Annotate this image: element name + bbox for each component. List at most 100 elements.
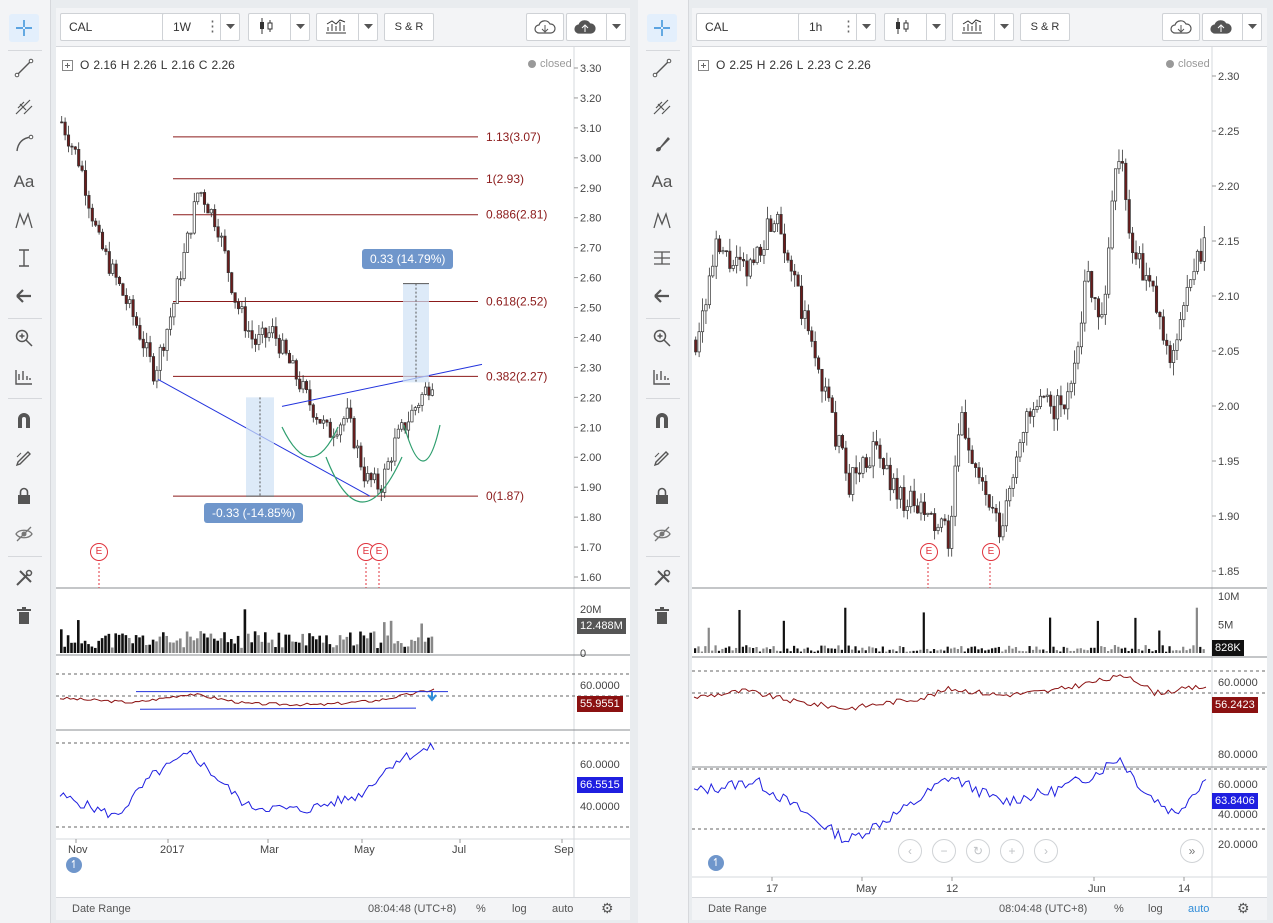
volume-bar — [1110, 649, 1113, 653]
tradingview-logo-icon[interactable]: ↿ — [708, 855, 724, 871]
lock-icon[interactable] — [647, 482, 677, 510]
volume-bar — [977, 649, 980, 653]
right-drawing-toolbar: Aa — [638, 0, 689, 923]
volume-bar — [803, 648, 806, 653]
settings-gear-icon[interactable]: ⚙ — [601, 900, 614, 917]
volume-bar — [1100, 646, 1103, 653]
zoom-in-icon[interactable] — [647, 324, 677, 352]
indicators-select[interactable] — [952, 13, 1014, 41]
candle-body — [868, 465, 872, 468]
pattern-tool-icon[interactable] — [647, 206, 677, 234]
cloud-download-icon[interactable] — [526, 13, 564, 41]
arrow-left-icon[interactable] — [647, 282, 677, 310]
log-toggle[interactable]: log — [1148, 903, 1163, 915]
candle-body — [209, 209, 213, 214]
candles-icon — [893, 17, 911, 38]
chart-canvas[interactable]: 3.30 3.20 3.10 3.00 2.90 2.80 2.70 2.60 2.50 2.40… — [56, 47, 630, 898]
zoom-out-button[interactable]: − — [932, 839, 956, 863]
chevron-down-icon — [856, 14, 875, 40]
volume-bar — [230, 639, 233, 653]
magnet-icon[interactable] — [647, 406, 677, 434]
volume-bar — [396, 641, 400, 653]
hide-drawings-eye-icon[interactable] — [9, 520, 39, 548]
measure-tool-icon[interactable] — [9, 244, 39, 272]
crosshair-tool-icon[interactable] — [647, 14, 677, 42]
support-resistance-button[interactable]: S & R — [1020, 13, 1070, 41]
zoom-in-icon[interactable] — [9, 324, 39, 352]
ruler-icon[interactable] — [647, 362, 677, 390]
earnings-marker[interactable]: E — [920, 543, 938, 561]
settings-gear-icon[interactable]: ⚙ — [1237, 900, 1250, 917]
volume-bar — [1161, 645, 1164, 653]
scroll-left-button[interactable]: ‹ — [898, 839, 922, 863]
zoom-in-button[interactable]: + — [1000, 839, 1024, 863]
volume-bar — [950, 648, 953, 653]
earnings-marker[interactable]: E — [90, 543, 108, 561]
interval-select[interactable]: 1h ⋮ — [798, 13, 876, 41]
volume-bar — [423, 641, 427, 653]
reset-chart-button[interactable]: ↻ — [966, 839, 990, 863]
candle-body — [281, 339, 285, 354]
cloud-upload-icon[interactable] — [1202, 13, 1262, 41]
trash-icon[interactable] — [647, 602, 677, 630]
candle-body — [100, 231, 105, 250]
date-range-button[interactable]: Date Range — [708, 903, 767, 915]
volume-bar — [379, 642, 383, 653]
expand-legend-icon[interactable] — [62, 59, 73, 71]
cloud-upload-icon[interactable] — [566, 13, 626, 41]
date-range-button[interactable]: Date Range — [72, 903, 131, 915]
stay-in-drawing-pencil-icon[interactable] — [9, 444, 39, 472]
trend-line-tool-icon[interactable] — [9, 54, 39, 82]
volume-bar — [192, 640, 196, 653]
wrench-tools-icon[interactable] — [9, 564, 39, 592]
text-tool-icon[interactable]: Aa — [9, 168, 39, 196]
earnings-marker[interactable]: E — [982, 543, 1000, 561]
low-label: L — [796, 58, 804, 72]
measure-up-label: 0.33 (14.79%) — [362, 249, 454, 269]
chart-canvas[interactable]: 2.30 2.25 2.20 2.15 2.10 2.05 2.00 1.95 1.90 1.85… — [692, 47, 1267, 898]
clock-label: 08:04:48 (UTC+8) — [999, 903, 1088, 915]
candle-body — [315, 417, 319, 420]
pattern-tool-icon[interactable] — [9, 206, 39, 234]
lock-icon[interactable] — [9, 482, 39, 510]
trend-line-tool-icon[interactable] — [647, 54, 677, 82]
indicators-icon — [961, 18, 983, 37]
brush-tool-icon[interactable] — [647, 130, 677, 158]
percent-toggle[interactable]: % — [1114, 903, 1124, 915]
candle-body — [806, 310, 810, 332]
chart-area[interactable]: 2.30 2.25 2.20 2.15 2.10 2.05 2.00 1.95 1.90 1.85… — [692, 47, 1267, 898]
pitchfork-tool-icon[interactable] — [9, 92, 39, 120]
hide-drawings-eye-icon[interactable] — [647, 520, 677, 548]
indicators-select[interactable] — [316, 13, 378, 41]
magnet-icon[interactable] — [9, 406, 39, 434]
prediction-tool-icon[interactable] — [647, 244, 677, 272]
auto-toggle[interactable]: auto — [552, 903, 573, 915]
earnings-marker[interactable]: E — [370, 543, 388, 561]
crosshair-tool-icon[interactable] — [9, 14, 39, 42]
stay-in-drawing-pencil-icon[interactable] — [647, 444, 677, 472]
arrow-left-icon[interactable] — [9, 282, 39, 310]
cloud-download-icon[interactable] — [1162, 13, 1200, 41]
pitchfork-tool-icon[interactable] — [647, 92, 677, 120]
ruler-icon[interactable] — [9, 362, 39, 390]
scroll-right-button[interactable]: › — [1034, 839, 1058, 863]
volume-bar — [970, 646, 973, 653]
trash-icon[interactable] — [9, 602, 39, 630]
text-tool-icon[interactable]: Aa — [647, 168, 677, 196]
volume-bar — [362, 635, 366, 653]
expand-legend-icon[interactable] — [698, 59, 709, 71]
support-resistance-button[interactable]: S & R — [384, 13, 434, 41]
chart-style-select[interactable] — [884, 13, 946, 41]
chart-style-select[interactable] — [248, 13, 310, 41]
wrench-tools-icon[interactable] — [647, 564, 677, 592]
auto-toggle[interactable]: auto — [1188, 903, 1209, 915]
high-label: H — [756, 58, 766, 72]
chart-area[interactable]: 3.30 3.20 3.10 3.00 2.90 2.80 2.70 2.60 2.50 2.40… — [56, 47, 630, 898]
log-toggle[interactable]: log — [512, 903, 527, 915]
curve-tool-icon[interactable] — [9, 130, 39, 158]
tradingview-logo-icon[interactable]: ↿ — [66, 857, 82, 873]
candle-body — [1199, 250, 1203, 262]
interval-select[interactable]: 1W ⋮ — [162, 13, 240, 41]
percent-toggle[interactable]: % — [476, 903, 486, 915]
scroll-to-realtime-button[interactable]: » — [1180, 839, 1204, 863]
